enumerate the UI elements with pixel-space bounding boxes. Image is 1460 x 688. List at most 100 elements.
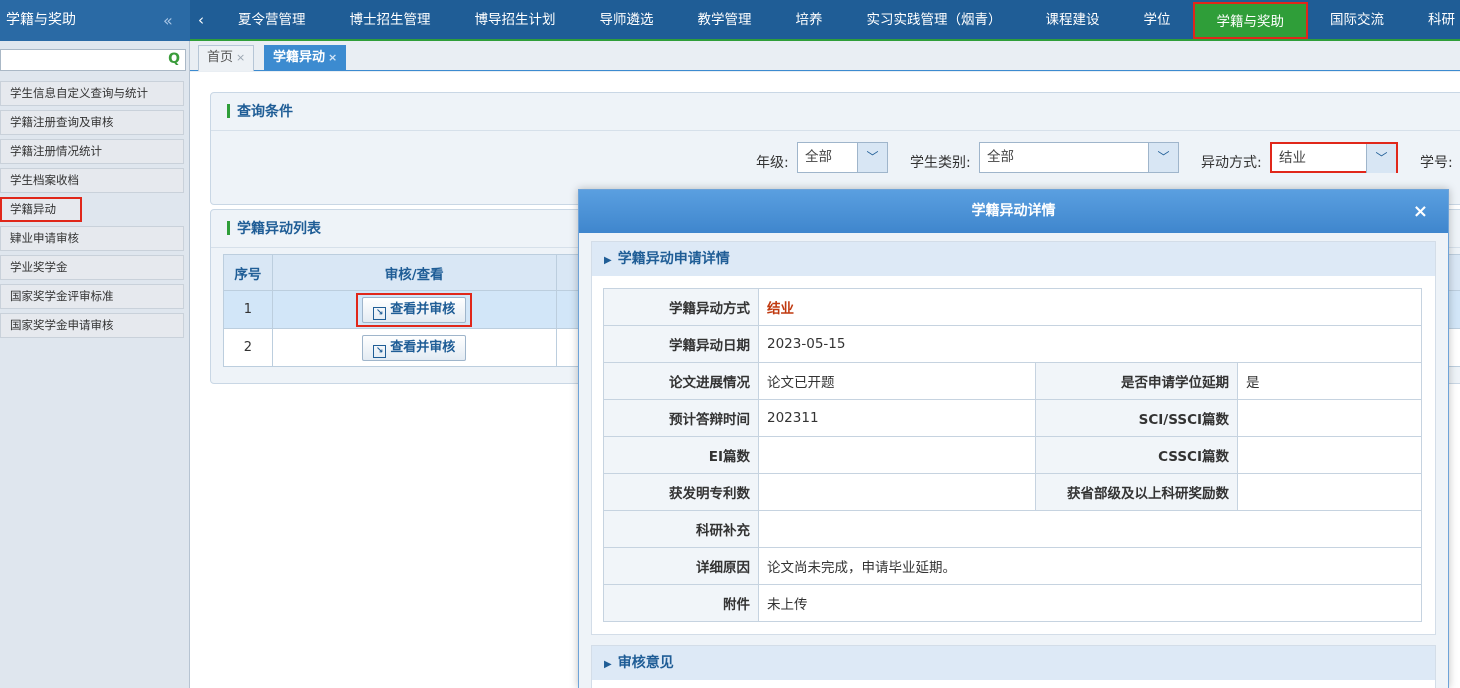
field-label: 科研补充: [603, 510, 759, 548]
section-title: 学籍异动申请详情: [617, 251, 730, 267]
button-label: 查看并审核: [390, 339, 456, 355]
field-label: EI篇数: [603, 436, 759, 474]
field-label: CSSCI篇数: [1035, 436, 1238, 474]
list-title-text: 学籍异动列表: [237, 221, 321, 237]
section-header[interactable]: ▶ 学籍异动申请详情: [592, 242, 1435, 276]
triangle-right-icon: ▶: [604, 659, 612, 670]
review-opinion-section: ▶ 审核意见: [591, 645, 1436, 688]
nav-scroll-left-icon[interactable]: ‹: [198, 0, 204, 41]
status-change-detail-dialog: 学籍异动详情 × ▶ 学籍异动申请详情 学籍异动方式 结业 学籍异动日期 2023…: [578, 189, 1449, 688]
section-title: 审核意见: [617, 655, 674, 671]
nav-item-degree[interactable]: 学位: [1122, 0, 1193, 41]
chevron-down-icon[interactable]: ﹀: [1366, 144, 1396, 173]
sidebar-item-withdrawal-review[interactable]: 肄业申请审核: [0, 226, 184, 251]
field-label: 论文进展情况: [603, 362, 759, 400]
dialog-title: 学籍异动详情: [971, 203, 1056, 219]
thesis-progress-value: 论文已开题: [758, 362, 1036, 400]
sidebar-item-national-scholarship-criteria[interactable]: 国家奖学金评审标准: [0, 284, 184, 309]
field-label: 详细原因: [603, 547, 759, 585]
nav-item-phd-admission[interactable]: 博士招生管理: [328, 0, 453, 41]
query-panel-title: 查询条件: [211, 93, 1460, 131]
research-extra-value: [758, 510, 1422, 548]
field-label: 获发明专利数: [603, 473, 759, 511]
sidebar-item-archive[interactable]: 学生档案收档: [0, 168, 184, 193]
nav-item-teaching[interactable]: 教学管理: [676, 0, 774, 41]
row-action-cell: ↘ 查看并审核: [271, 328, 557, 367]
section-header[interactable]: ▶ 审核意见: [592, 646, 1435, 680]
button-label: 查看并审核: [390, 301, 456, 317]
patent-count-value: [758, 473, 1036, 511]
tab-label: 首页: [207, 50, 234, 65]
chevron-down-icon[interactable]: ﹀: [857, 143, 887, 172]
field-label: 获省部级及以上科研奖励数: [1035, 473, 1238, 511]
award-count-value: [1237, 473, 1422, 511]
nav-item-research[interactable]: 科研: [1406, 0, 1460, 41]
nav-item-internship[interactable]: 实习实践管理（烟青）: [845, 0, 1024, 41]
sidebar-search-input[interactable]: Q: [0, 49, 186, 71]
col-header-no: 序号: [223, 254, 273, 291]
close-icon[interactable]: ×: [328, 51, 337, 64]
dialog-body: ▶ 学籍异动申请详情 学籍异动方式 结业 学籍异动日期 2023-05-15 论文…: [579, 233, 1448, 688]
student-type-select[interactable]: 全部 ﹀: [979, 142, 1179, 173]
sidebar-item-status-change[interactable]: 学籍异动: [0, 197, 82, 222]
close-icon[interactable]: ×: [1413, 190, 1428, 233]
row-no: 1: [223, 290, 273, 329]
grade-select-value: 全部: [805, 149, 832, 165]
change-date-value: 2023-05-15: [758, 325, 1422, 363]
nav-item-supervisor-selection[interactable]: 导师遴选: [578, 0, 676, 41]
collapse-sidebar-icon[interactable]: «: [163, 0, 173, 41]
sidebar-item-custom-query[interactable]: 学生信息自定义查询与统计: [0, 81, 184, 106]
field-label: 预计答辩时间: [603, 399, 759, 437]
nav-item-course[interactable]: 课程建设: [1024, 0, 1122, 41]
sidebar-item-registration-review[interactable]: 学籍注册查询及审核: [0, 110, 184, 135]
student-type-label: 学生类别:: [910, 155, 971, 171]
attachment-value: 未上传: [758, 584, 1422, 622]
edit-icon: ↘: [373, 344, 387, 358]
field-label: SCI/SSCI篇数: [1035, 399, 1238, 437]
row-action-cell: ↘ 查看并审核: [271, 290, 557, 329]
chevron-down-icon[interactable]: ﹀: [1148, 143, 1178, 172]
reason-value: 论文尚未完成，申请毕业延期。: [758, 547, 1422, 585]
main-nav: 夏令营管理 博士招生管理 博导招生计划 导师遴选 教学管理 培养 实习实践管理（…: [216, 0, 1460, 41]
nav-item-training[interactable]: 培养: [774, 0, 845, 41]
grade-label: 年级:: [756, 155, 789, 171]
triangle-right-icon: ▶: [604, 255, 612, 266]
change-type-value: 结业: [758, 288, 1422, 326]
row-no: 2: [223, 328, 273, 367]
tab-label: 学籍异动: [273, 50, 326, 65]
dialog-header: 学籍异动详情 ×: [579, 190, 1448, 233]
sidebar: Q 学生信息自定义查询与统计 学籍注册查询及审核 学籍注册情况统计 学生档案收档…: [0, 41, 190, 688]
defense-time-value: 202311: [758, 399, 1036, 437]
change-type-select-value: 结业: [1279, 150, 1306, 166]
nav-item-summer-camp[interactable]: 夏令营管理: [216, 0, 328, 41]
search-icon[interactable]: Q: [168, 51, 180, 67]
view-and-review-button[interactable]: ↘ 查看并审核: [362, 334, 467, 361]
detail-table: 学籍异动方式 结业 学籍异动日期 2023-05-15 论文进展情况 论文已开题…: [603, 288, 1422, 622]
nav-item-phd-supervisor-plan[interactable]: 博导招生计划: [453, 0, 578, 41]
application-detail-section: ▶ 学籍异动申请详情 学籍异动方式 结业 学籍异动日期 2023-05-15 论文…: [591, 241, 1436, 635]
student-id-label: 学号:: [1420, 155, 1453, 171]
tab-status-change[interactable]: 学籍异动 ×: [264, 45, 347, 71]
tab-bar: 首页 × 学籍异动 ×: [190, 41, 1460, 71]
sidebar-item-academic-scholarship[interactable]: 学业奖学金: [0, 255, 184, 280]
grade-select[interactable]: 全部 ﹀: [797, 142, 888, 173]
field-label: 附件: [603, 584, 759, 622]
change-type-select[interactable]: 结业 ﹀: [1270, 142, 1398, 173]
nav-item-international[interactable]: 国际交流: [1308, 0, 1406, 41]
cssci-count-value: [1237, 436, 1422, 474]
sidebar-item-national-scholarship-review[interactable]: 国家奖学金申请审核: [0, 313, 184, 338]
sci-count-value: [1237, 399, 1422, 437]
top-bar: 学籍与奖助 « ‹ 夏令营管理 博士招生管理 博导招生计划 导师遴选 教学管理 …: [0, 0, 1460, 41]
nav-item-status-aid[interactable]: 学籍与奖助: [1192, 2, 1308, 39]
degree-delay-value: 是: [1237, 362, 1422, 400]
change-type-label: 异动方式:: [1201, 155, 1262, 171]
field-label: 学籍异动日期: [603, 325, 759, 363]
tab-home[interactable]: 首页 ×: [198, 45, 255, 71]
edit-icon: ↘: [373, 306, 387, 320]
close-icon[interactable]: ×: [236, 51, 245, 64]
col-header-action: 审核/查看: [271, 254, 557, 291]
field-label: 是否申请学位延期: [1035, 362, 1238, 400]
view-and-review-button[interactable]: ↘ 查看并审核: [362, 296, 467, 323]
query-title-text: 查询条件: [237, 104, 293, 120]
sidebar-item-registration-stats[interactable]: 学籍注册情况统计: [0, 139, 184, 164]
